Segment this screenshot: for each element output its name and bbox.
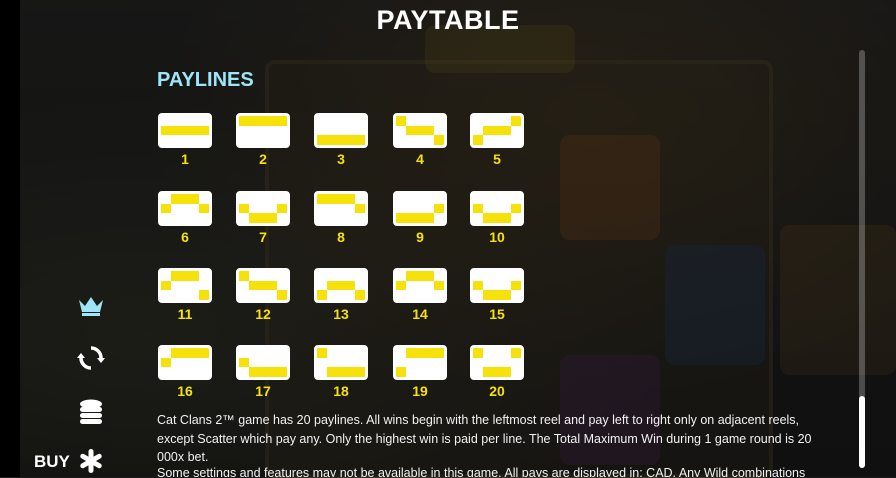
scrollbar-track[interactable] bbox=[859, 50, 865, 468]
crown-icon bbox=[79, 297, 103, 316]
payline-number: 14 bbox=[412, 306, 428, 322]
payline-pattern bbox=[393, 345, 447, 380]
dim-overlay bbox=[20, 0, 896, 477]
payline-3: 3 bbox=[314, 113, 368, 167]
payline-number: 2 bbox=[259, 151, 267, 167]
payline-pattern bbox=[158, 345, 212, 380]
payline-number: 11 bbox=[177, 306, 193, 322]
payline-number: 6 bbox=[181, 229, 189, 245]
payline-number: 15 bbox=[489, 306, 505, 322]
payline-pattern bbox=[393, 113, 447, 148]
payline-number: 10 bbox=[489, 229, 505, 245]
payline-number: 5 bbox=[493, 151, 501, 167]
payline-11: 11 bbox=[158, 268, 212, 322]
payline-4: 4 bbox=[393, 113, 447, 167]
payline-19: 19 bbox=[393, 345, 447, 399]
payline-number: 20 bbox=[489, 383, 505, 399]
payline-number: 18 bbox=[333, 383, 349, 399]
scrollbar-thumb[interactable] bbox=[859, 396, 865, 468]
payline-12: 12 bbox=[236, 268, 290, 322]
payline-pattern bbox=[236, 113, 290, 148]
payline-number: 4 bbox=[416, 151, 424, 167]
payline-6: 6 bbox=[158, 191, 212, 245]
payline-number: 16 bbox=[177, 383, 193, 399]
payline-pattern bbox=[236, 268, 290, 303]
bet-button[interactable] bbox=[72, 393, 110, 431]
left-edge-bar bbox=[0, 0, 20, 477]
payline-pattern bbox=[314, 345, 368, 380]
settings-note: Some settings and features may not be av… bbox=[157, 466, 806, 477]
section-title-paylines: PAYLINES bbox=[157, 69, 254, 91]
payline-2: 2 bbox=[236, 113, 290, 167]
payline-pattern bbox=[393, 191, 447, 226]
buy-feature-label[interactable]: BUY bbox=[34, 452, 70, 472]
payline-pattern bbox=[314, 113, 368, 148]
payline-number: 1 bbox=[181, 151, 189, 167]
payline-pattern bbox=[470, 345, 524, 380]
payline-pattern bbox=[158, 113, 212, 148]
payline-number: 3 bbox=[337, 151, 345, 167]
payline-number: 9 bbox=[416, 229, 424, 245]
payline-pattern bbox=[158, 191, 212, 226]
payline-14: 14 bbox=[393, 268, 447, 322]
payline-10: 10 bbox=[470, 191, 524, 245]
payline-20: 20 bbox=[470, 345, 524, 399]
payline-13: 13 bbox=[314, 268, 368, 322]
asterisk-icon[interactable] bbox=[78, 448, 104, 474]
payline-1: 1 bbox=[158, 113, 212, 167]
payline-number: 13 bbox=[333, 306, 349, 322]
payline-number: 12 bbox=[255, 306, 271, 322]
paylines-description: Cat Clans 2™ game has 20 paylines. All w… bbox=[157, 413, 812, 464]
payline-pattern bbox=[393, 268, 447, 303]
payline-18: 18 bbox=[314, 345, 368, 399]
payline-9: 9 bbox=[393, 191, 447, 245]
coins-icon bbox=[80, 399, 102, 424]
payline-pattern bbox=[470, 268, 524, 303]
payline-number: 8 bbox=[337, 229, 345, 245]
payline-5: 5 bbox=[470, 113, 524, 167]
autoplay-button[interactable] bbox=[72, 339, 110, 377]
page-title: PAYTABLE bbox=[376, 5, 520, 35]
payline-pattern bbox=[236, 345, 290, 380]
vip-button[interactable] bbox=[72, 286, 110, 324]
payline-pattern bbox=[236, 191, 290, 226]
payline-number: 19 bbox=[412, 383, 428, 399]
refresh-icon bbox=[77, 346, 105, 370]
payline-pattern bbox=[314, 268, 368, 303]
payline-15: 15 bbox=[470, 268, 524, 322]
payline-8: 8 bbox=[314, 191, 368, 245]
payline-17: 17 bbox=[236, 345, 290, 399]
payline-number: 7 bbox=[259, 229, 267, 245]
payline-pattern bbox=[470, 191, 524, 226]
payline-7: 7 bbox=[236, 191, 290, 245]
payline-16: 16 bbox=[158, 345, 212, 399]
payline-pattern bbox=[470, 113, 524, 148]
payline-number: 17 bbox=[255, 383, 271, 399]
payline-pattern bbox=[314, 191, 368, 226]
payline-pattern bbox=[158, 268, 212, 303]
